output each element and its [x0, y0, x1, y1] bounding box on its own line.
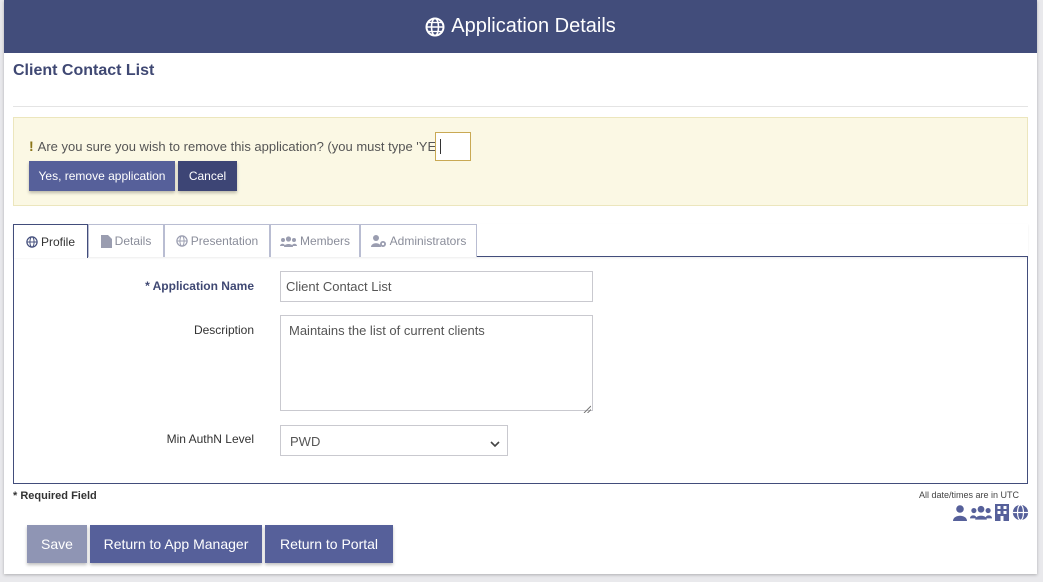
tab-administrators[interactable]: Administrators — [360, 224, 477, 257]
user-icon — [953, 504, 967, 526]
resize-handle-icon[interactable] — [583, 401, 592, 414]
profile-form: * Application Name Client Contact List D… — [13, 257, 1028, 484]
globe-icon — [1012, 504, 1029, 526]
tab-label: Profile — [40, 234, 75, 249]
application-name-label: * Application Name — [145, 279, 254, 293]
building-icon — [995, 504, 1009, 526]
page-header: Application Details — [4, 0, 1037, 53]
utc-note: All date/times are in UTC — [918, 490, 1019, 500]
exclamation-icon: ! — [29, 138, 34, 154]
globe-icon — [176, 235, 188, 247]
tab-bar: Profile Details Presentation Members Adm… — [13, 224, 1028, 258]
yes-remove-button[interactable]: Yes, remove application — [29, 161, 175, 191]
min-authn-select[interactable]: PWD — [280, 425, 508, 456]
return-to-app-manager-button[interactable]: Return to App Manager — [90, 525, 262, 563]
tab-details[interactable]: Details — [88, 224, 164, 257]
file-icon — [100, 234, 112, 248]
description-text: Maintains the list of current clients — [289, 323, 485, 338]
tab-profile[interactable]: Profile — [13, 224, 88, 258]
remove-confirmation-alert: ! Are you sure you wish to remove this a… — [13, 117, 1028, 206]
return-to-portal-button[interactable]: Return to Portal — [265, 525, 393, 563]
text-cursor — [440, 139, 441, 154]
description-label: Description — [193, 323, 254, 337]
alert-text: Are you sure you wish to remove this app… — [37, 138, 452, 154]
tab-presentation[interactable]: Presentation — [164, 224, 270, 257]
footer-icon-group — [953, 504, 1029, 526]
confirm-yes-input[interactable] — [435, 132, 471, 161]
page-panel: Application Details Client Contact List … — [4, 0, 1037, 574]
chevron-down-icon — [490, 436, 500, 451]
alert-message: ! Are you sure you wish to remove this a… — [29, 138, 452, 154]
application-name-heading: Client Contact List — [13, 62, 155, 79]
required-field-note: * Required Field — [13, 490, 97, 502]
cancel-button[interactable]: Cancel — [178, 161, 237, 191]
tab-label: Administrators — [389, 234, 467, 248]
save-button[interactable]: Save — [27, 525, 87, 563]
users-icon — [279, 235, 297, 247]
tab-members[interactable]: Members — [270, 224, 360, 257]
tab-label: Presentation — [190, 234, 259, 248]
min-authn-label: Min AuthN Level — [166, 432, 254, 446]
user-gear-icon — [370, 235, 387, 247]
globe-icon — [26, 235, 38, 248]
users-icon — [970, 505, 992, 525]
globe-icon — [425, 17, 445, 37]
tab-label: Members — [299, 234, 350, 248]
divider — [13, 106, 1028, 107]
tab-label: Details — [114, 234, 152, 248]
page-title: Application Details — [451, 15, 616, 37]
min-authn-value: PWD — [290, 434, 321, 449]
application-name-input[interactable]: Client Contact List — [280, 271, 593, 302]
description-textarea[interactable]: Maintains the list of current clients — [280, 315, 593, 414]
